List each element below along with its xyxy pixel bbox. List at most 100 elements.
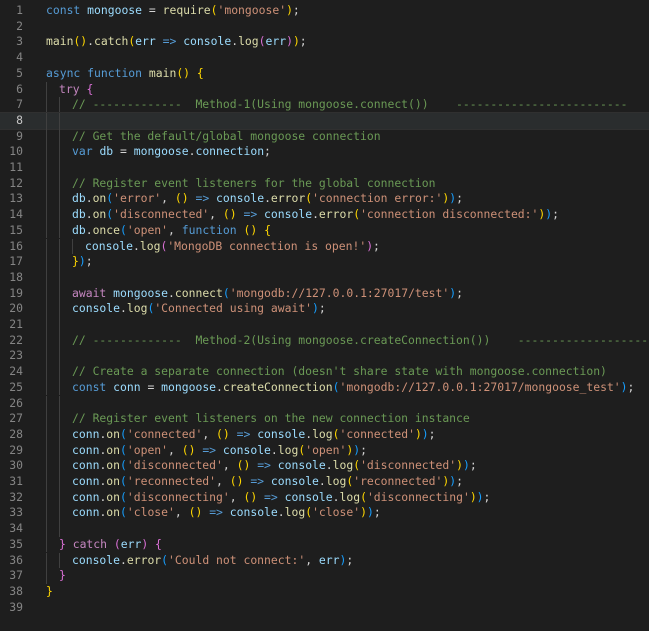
line-number: 35 [9,536,23,551]
code-text[interactable]: conn.on('disconnecting', () => console.l… [72,490,490,506]
code-token: const [72,379,107,394]
line-number: 31 [9,474,23,488]
code-text[interactable]: // Get the default/global mongoose conne… [72,129,381,145]
code-text[interactable]: await mongoose.connect('mongodb://127.0.… [72,286,463,302]
code-text[interactable]: // ------------- Method-1(Using mongoose… [72,97,627,113]
line-number: 5 [16,65,23,80]
code-text[interactable]: // Register event listeners for the glob… [72,176,435,192]
code-line[interactable]: 22 // ------------- Method-2(Using mongoo… [0,332,649,349]
code-line[interactable]: 24 // Create a separate connection (doesn… [0,364,649,380]
code-text[interactable]: // Register event listeners on the new c… [72,411,470,427]
code-text[interactable]: db.on('error', () => console.error('conn… [72,191,463,207]
code-line[interactable]: 25 const conn = mongoose.createConnection… [0,379,649,396]
code-text[interactable]: console.error('Could not connect:', err)… [72,553,353,569]
code-token: try [59,81,80,96]
code-token: () [243,222,258,237]
indent-guide [59,411,60,427]
code-token: () [174,191,189,206]
line-number: 39 [9,599,23,614]
line-number: 23 [9,348,23,363]
code-line[interactable]: 32 conn.on('disconnecting', () => console… [0,489,649,506]
code-line[interactable]: 5 async function main() { [0,66,649,82]
code-text[interactable]: } [46,584,53,600]
code-line[interactable]: 39 [0,600,649,616]
code-text[interactable]: db.on('disconnected', () => console.erro… [72,207,559,223]
code-line[interactable]: 27 // Register event listeners on the new… [0,411,649,427]
code-text[interactable]: conn.on('close', () => console.log('clos… [72,505,381,521]
indent-guide [46,442,47,459]
code-line[interactable]: 17}); [0,254,649,270]
code-text[interactable]: } catch (err) { [59,537,162,553]
code-token: ; [318,301,326,316]
code-line[interactable]: 9 // Get the default/global mongoose conn… [0,128,649,145]
code-token: => [257,458,271,473]
code-line[interactable]: 6 try { [0,81,649,98]
code-line[interactable]: 12 // Register event listeners for the gl… [0,175,649,192]
indent-guide [46,254,47,270]
code-line[interactable]: 26 [0,395,649,412]
code-line[interactable]: 20 console.log('Connected using await'); [0,301,649,317]
code-text[interactable]: var db = mongoose.connection; [72,144,271,160]
code-line[interactable]: 35 } catch (err) { [0,536,649,553]
code-text[interactable]: }); [72,254,93,270]
code-line[interactable]: 30 conn.on('disconnected', () => console.… [0,458,649,474]
code-line[interactable]: 2 [0,19,649,35]
code-line[interactable]: 16 console.log('MongoDB connection is ope… [0,238,649,255]
code-text[interactable]: const conn = mongoose.createConnection('… [72,380,634,396]
code-text[interactable]: console.log('MongoDB connection is open!… [85,239,380,255]
code-text[interactable]: async function main() { [46,66,204,82]
code-line[interactable]: 7 // ------------- Method-1(Using mongoos… [0,97,649,113]
code-line[interactable]: 37} [0,568,649,584]
code-line[interactable]: 29 conn.on('open', () => console.log('ope… [0,442,649,459]
code-token: 'disconnected' [360,458,457,473]
code-line[interactable]: 13 db.on('error', () => console.error('co… [0,191,649,208]
code-editor[interactable]: 1 const mongoose = require('mongoose'); 2 3… [0,0,649,631]
code-text[interactable]: conn.on('connected', () => console.log('… [72,427,436,443]
code-text[interactable]: } [59,568,66,584]
code-text[interactable]: // Create a separate connection (doesn't… [72,364,607,380]
code-line[interactable]: 34 [0,521,649,537]
code-text[interactable]: console.log('Connected using await'); [72,301,326,317]
code-token: . [270,442,278,457]
code-line[interactable]: 19 await mongoose.connect('mongodb://127.… [0,285,649,302]
code-token: => [264,489,278,504]
code-line[interactable]: 33 conn.on('close', () => console.log('cl… [0,505,649,522]
code-line[interactable]: 3 main().catch(err => console.log(err)); [0,34,649,50]
code-line[interactable]: 18 [0,269,649,286]
code-text[interactable]: try { [59,82,93,98]
code-line[interactable]: 10 var db = mongoose.connection; [0,144,649,160]
indent-guide [46,411,47,427]
code-line[interactable]: 38} [0,584,649,600]
code-text[interactable]: conn.on('reconnected', () => console.log… [72,474,463,490]
line-number: 26 [9,395,23,410]
code-token: on [92,191,107,206]
code-text[interactable]: conn.on('disconnected', () => console.lo… [72,458,477,474]
code-line[interactable]: 15 db.once('open', function () { [0,222,649,239]
code-line[interactable]: 28 conn.on('connected', () => console.log… [0,426,649,443]
code-token: () [229,474,244,488]
code-text[interactable]: conn.on('open', () => console.log('open'… [72,443,367,459]
code-line[interactable]: 8 [0,111,649,130]
code-line[interactable]: 1 const mongoose = require('mongoose'); [0,3,649,19]
code-line[interactable]: 21 [0,317,649,333]
code-line[interactable]: 36 console.error('Could not connect:', er… [0,552,649,569]
code-token: 'MongoDB connection is open!' [167,238,367,253]
code-line[interactable]: 11 [0,160,649,176]
code-line[interactable]: 4 [0,50,649,66]
code-token: ; [428,426,436,441]
code-line[interactable]: 31 conn.on('reconnected', () => console.l… [0,474,649,490]
code-token: => [243,207,258,222]
code-token: mongoose [161,379,217,394]
code-token: ; [360,442,367,457]
code-line[interactable]: 14 db.on('disconnected', () => console.er… [0,207,649,223]
code-text[interactable]: // ------------- Method-2(Using mongoose… [72,333,649,349]
code-text[interactable]: main().catch(err => console.log(err)); [46,34,307,50]
code-line[interactable]: 23 [0,348,649,365]
code-text[interactable]: db.once('open', function () { [72,223,271,239]
code-token: connection [195,144,265,159]
code-text[interactable]: const mongoose = require('mongoose'); [46,3,300,19]
code-token: ; [346,552,354,567]
indent-guide [59,379,60,396]
